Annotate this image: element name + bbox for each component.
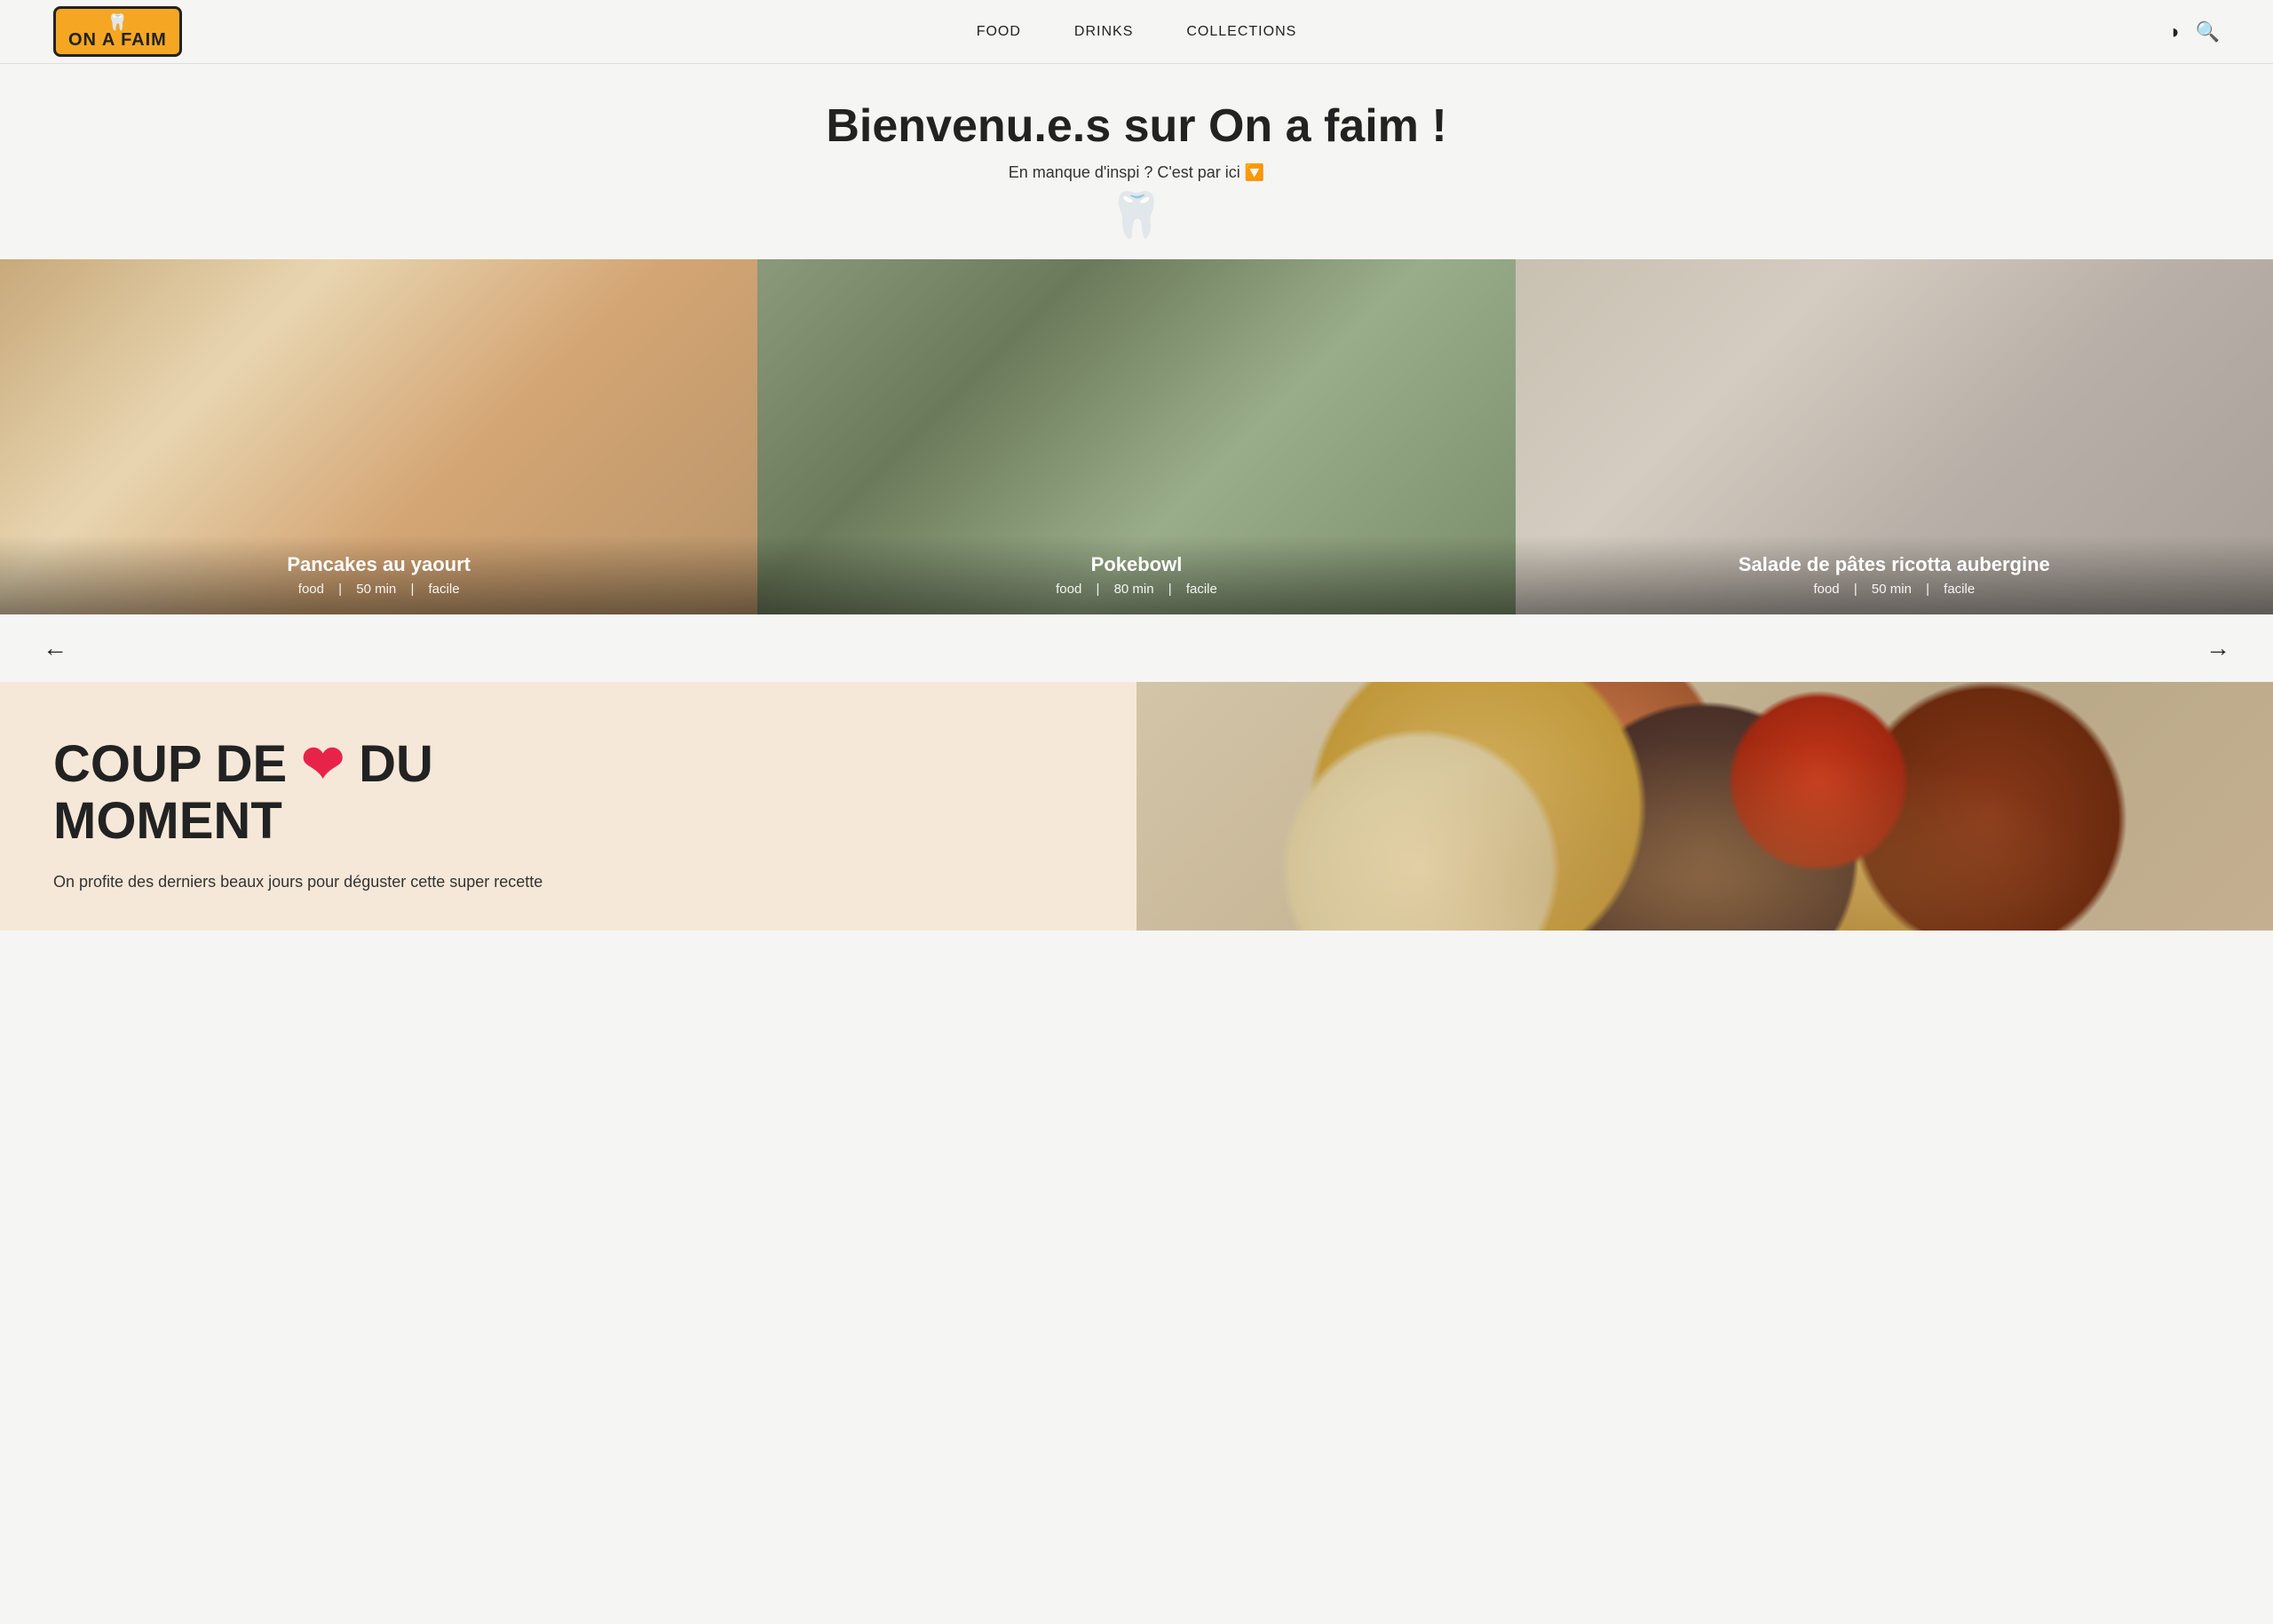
difficulty-1: facile bbox=[429, 582, 460, 597]
logo[interactable]: 🦷 ON A FAIM bbox=[53, 6, 182, 57]
sep3b: | bbox=[1926, 582, 1929, 597]
coup-left: COUP DE ❤ DU MOMENT On profite des derni… bbox=[0, 682, 1136, 931]
hero-section: Bienvenu.e.s sur On a faim ! En manque d… bbox=[0, 64, 2273, 259]
time-2: 80 min bbox=[1114, 582, 1154, 597]
carousel-title-1: Pancakes au yaourt bbox=[18, 553, 740, 576]
coup-right bbox=[1136, 682, 2273, 931]
nav-food-link[interactable]: FOOD bbox=[977, 24, 1021, 39]
coup-title-du: DU bbox=[359, 735, 433, 793]
carousel-prev-button[interactable]: ← bbox=[36, 630, 75, 666]
carousel-meta-1: food | 50 min | facile bbox=[18, 582, 740, 597]
sep3a: | bbox=[1854, 582, 1857, 597]
category-3: food bbox=[1813, 582, 1839, 597]
coup-heart-icon: ❤ bbox=[301, 735, 345, 793]
carousel-item-1[interactable]: Pancakes au yaourt food | 50 min | facil… bbox=[0, 259, 757, 614]
coup-description: On profite des derniers beaux jours pour… bbox=[53, 870, 1083, 894]
carousel-overlay-1: Pancakes au yaourt food | 50 min | facil… bbox=[0, 535, 757, 614]
coup-title: COUP DE ❤ DU MOMENT bbox=[53, 736, 1083, 850]
sep1b: | bbox=[410, 582, 414, 597]
logo-monster-icon: 🦷 bbox=[107, 14, 127, 30]
category-2: food bbox=[1056, 582, 1081, 597]
carousel-title-2: Pokebowl bbox=[775, 553, 1497, 576]
carousel-controls: ← → bbox=[0, 614, 2273, 682]
carousel-item-2[interactable]: Pokebowl food | 80 min | facile bbox=[757, 259, 1515, 614]
carousel-track: Pancakes au yaourt food | 50 min | facil… bbox=[0, 259, 2273, 614]
carousel-meta-2: food | 80 min | facile bbox=[775, 582, 1497, 597]
carousel-section: Pancakes au yaourt food | 50 min | facil… bbox=[0, 259, 2273, 682]
logo-text: ON A FAIM bbox=[68, 31, 167, 49]
hero-monster-icon: 🦷 bbox=[18, 189, 2255, 242]
navbar: 🦷 ON A FAIM FOOD DRINKS COLLECTIONS ◑ 🔍 bbox=[0, 0, 2273, 64]
coup-title-line1: COUP DE bbox=[53, 735, 287, 793]
sep2b: | bbox=[1168, 582, 1172, 597]
time-3: 50 min bbox=[1872, 582, 1912, 597]
nav-actions: ◑ 🔍 bbox=[2167, 20, 2220, 44]
difficulty-2: facile bbox=[1186, 582, 1217, 597]
coup-section: COUP DE ❤ DU MOMENT On profite des derni… bbox=[0, 682, 2273, 931]
time-1: 50 min bbox=[356, 582, 396, 597]
hero-title: Bienvenu.e.s sur On a faim ! bbox=[18, 99, 2255, 153]
sep2a: | bbox=[1096, 582, 1099, 597]
coup-food-overlay bbox=[1136, 682, 2273, 931]
search-icon[interactable]: 🔍 bbox=[2196, 20, 2220, 44]
carousel-title-3: Salade de pâtes ricotta aubergine bbox=[1533, 553, 2255, 576]
difficulty-3: facile bbox=[1944, 582, 1975, 597]
category-1: food bbox=[298, 582, 324, 597]
hero-subtitle: En manque d'inspi ? C'est par ici 🔽 bbox=[18, 163, 2255, 182]
theme-toggle-icon[interactable]: ◑ bbox=[2167, 20, 2179, 44]
nav-collections-link[interactable]: COLLECTIONS bbox=[1186, 24, 1296, 39]
carousel-overlay-2: Pokebowl food | 80 min | facile bbox=[757, 535, 1515, 614]
sep1a: | bbox=[338, 582, 342, 597]
coup-title-moment: MOMENT bbox=[53, 792, 282, 850]
carousel-next-button[interactable]: → bbox=[2198, 630, 2237, 666]
nav-drinks-link[interactable]: DRINKS bbox=[1074, 24, 1133, 39]
carousel-meta-3: food | 50 min | facile bbox=[1533, 582, 2255, 597]
carousel-item-3[interactable]: Salade de pâtes ricotta aubergine food |… bbox=[1516, 259, 2273, 614]
nav-links: FOOD DRINKS COLLECTIONS bbox=[977, 24, 1297, 40]
carousel-overlay-3: Salade de pâtes ricotta aubergine food |… bbox=[1516, 535, 2273, 614]
